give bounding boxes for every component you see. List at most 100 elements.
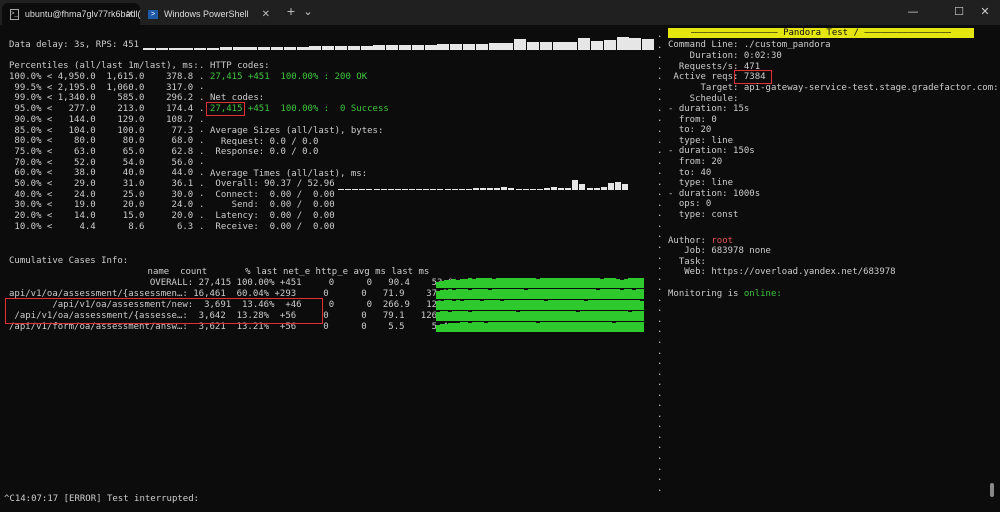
tab-ubuntu[interactable]: >_ ubuntu@fhma7glv77rk6badl( ✕ — [2, 3, 141, 25]
gutter-dot: . — [657, 462, 663, 473]
avg-times-bar — [380, 189, 387, 190]
avg-times-bar — [352, 189, 359, 190]
avg-times-bar — [600, 187, 607, 190]
new-tab-button[interactable]: + — [284, 4, 298, 20]
rps-bar — [360, 46, 373, 50]
data-delay-line: Data delay: 3s, RPS: 451 — [9, 40, 140, 50]
percentile-row: 20.0% < 14.0 15.0 20.0 — [9, 211, 194, 222]
gutter-dot: . — [657, 378, 663, 389]
avg-sizes-header: Average Sizes (all/last), bytes: — [210, 126, 384, 136]
percentile-row: 95.0% < 277.0 213.0 174.4 — [9, 104, 194, 115]
tab-powershell-label: Windows PowerShell — [164, 9, 249, 19]
gutter-dot: . — [657, 40, 663, 51]
percentile-row: 10.0% < 4.4 8.6 6.3 — [9, 221, 194, 232]
avg-times-bar — [394, 189, 401, 190]
rps-bar — [335, 46, 347, 50]
pandora-banner: ———————————————— Pandora Test / ————————… — [668, 28, 974, 38]
avg-time-connect: Connect: 0.00 / 0.00 — [210, 190, 335, 200]
gutter-dot: . — [657, 114, 663, 125]
rps-bar — [181, 48, 194, 50]
rps-bar — [501, 43, 514, 50]
gutter-dot: . — [657, 293, 663, 304]
percentile-row: 99.0% < 1,340.0 585.0 296.2 — [9, 93, 194, 104]
gutter-dot: . — [657, 314, 663, 325]
tab-dropdown-button[interactable]: ⌄ — [302, 4, 314, 20]
gutter-dot: . — [657, 219, 663, 230]
avg-times-header: Average Times (all/last), ms: — [210, 169, 368, 179]
close-tab-icon[interactable]: ✕ — [262, 9, 270, 20]
gutter-dot: . — [657, 188, 663, 199]
rps-bar — [514, 39, 527, 50]
schedule-item: - duration: 15s — [668, 104, 750, 114]
tab-powershell[interactable]: > Windows PowerShell ✕ — [140, 3, 276, 25]
avg-times-bar — [586, 188, 593, 190]
close-tab-icon[interactable]: ✕ — [126, 9, 134, 20]
gutter-dot: . — [657, 103, 663, 114]
author-line: Author: root — [668, 236, 733, 247]
gutter-dot: . — [657, 388, 663, 399]
avg-times-bar — [607, 183, 614, 190]
percentiles-header: Percentiles (all/last 1m/last), ms: — [9, 61, 199, 71]
avg-times-bar — [401, 189, 408, 190]
avg-times-bar — [409, 189, 415, 190]
schedule-item: from: 20 — [668, 157, 723, 167]
avg-times-bar — [366, 189, 373, 190]
schedule-line: Schedule: — [668, 94, 739, 104]
gutter-dot: . — [657, 430, 663, 441]
gutter-dot: . — [657, 304, 663, 315]
rps-bar — [642, 39, 655, 50]
separator-dot: . — [199, 114, 205, 125]
avg-times-bar — [572, 180, 579, 190]
minimize-button[interactable]: — — [900, 4, 926, 20]
avg-times-bar — [373, 189, 380, 190]
avg-times-bar — [515, 189, 522, 190]
avg-size-response: Response: 0.0 / 0.0 — [210, 147, 319, 157]
scrollbar-thumb[interactable] — [990, 483, 994, 497]
gutter-dot: . — [657, 420, 663, 431]
schedule-item: type: line — [668, 178, 734, 189]
separator-dot: . — [199, 82, 205, 93]
percentile-row: 100.0% < 4,950.0 1,615.0 378.8 — [9, 72, 194, 82]
avg-times-bar — [451, 189, 458, 190]
avg-times-bar — [558, 188, 565, 190]
rps-bar — [168, 48, 181, 50]
avg-times-bar — [465, 189, 472, 190]
duration-line: Duration: 0:02:30 — [668, 51, 782, 61]
gutter-dot: . — [657, 198, 663, 209]
gutter-dot: . — [657, 135, 663, 146]
rps-bar — [271, 47, 283, 50]
avg-times-bar — [487, 188, 494, 190]
separator-dot: . — [199, 61, 205, 71]
avg-times-bar — [508, 188, 515, 190]
gutter-dot: . — [657, 156, 663, 167]
gutter-dot: . — [657, 272, 663, 283]
avg-times-bar — [430, 189, 437, 190]
rps-bar — [603, 40, 616, 50]
separator-dot: . — [199, 210, 205, 221]
gutter-dot: . — [657, 82, 663, 93]
rps-bar — [411, 45, 424, 50]
gutter-dot: . — [657, 367, 663, 378]
highlight-case-rows — [5, 298, 323, 324]
avg-times-bar — [622, 184, 628, 190]
gutter-dot: . — [657, 473, 663, 484]
gutter-dot: . — [657, 335, 663, 346]
avg-times-bar — [458, 189, 465, 190]
rps-bar — [386, 45, 399, 50]
percentile-row: 50.0% < 29.0 31.0 36.1 — [9, 179, 194, 189]
highlight-active-reqs — [734, 70, 772, 84]
close-window-button[interactable]: ✕ — [972, 4, 998, 20]
maximize-button[interactable]: ☐ — [946, 4, 972, 20]
tab-ubuntu-label: ubuntu@fhma7glv77rk6badl( — [24, 9, 141, 19]
task-line: Task: — [668, 257, 706, 267]
gutter-dot: . — [657, 230, 663, 241]
avg-times-bar — [593, 188, 600, 190]
http-ok-rest: +451 100.00% : 200 OK — [242, 72, 368, 82]
schedule-item: to: 20 — [668, 125, 712, 136]
avg-times-bar — [437, 189, 444, 190]
case-row-overall: OVERALL: 27,415 100.00% +451 0 0 90.4 53… — [9, 278, 454, 288]
gutter-dot: . — [657, 251, 663, 262]
cases-header: Cumulative Cases Info: — [9, 256, 129, 266]
rps-bar — [578, 38, 591, 50]
author-label: Author: — [668, 236, 712, 246]
